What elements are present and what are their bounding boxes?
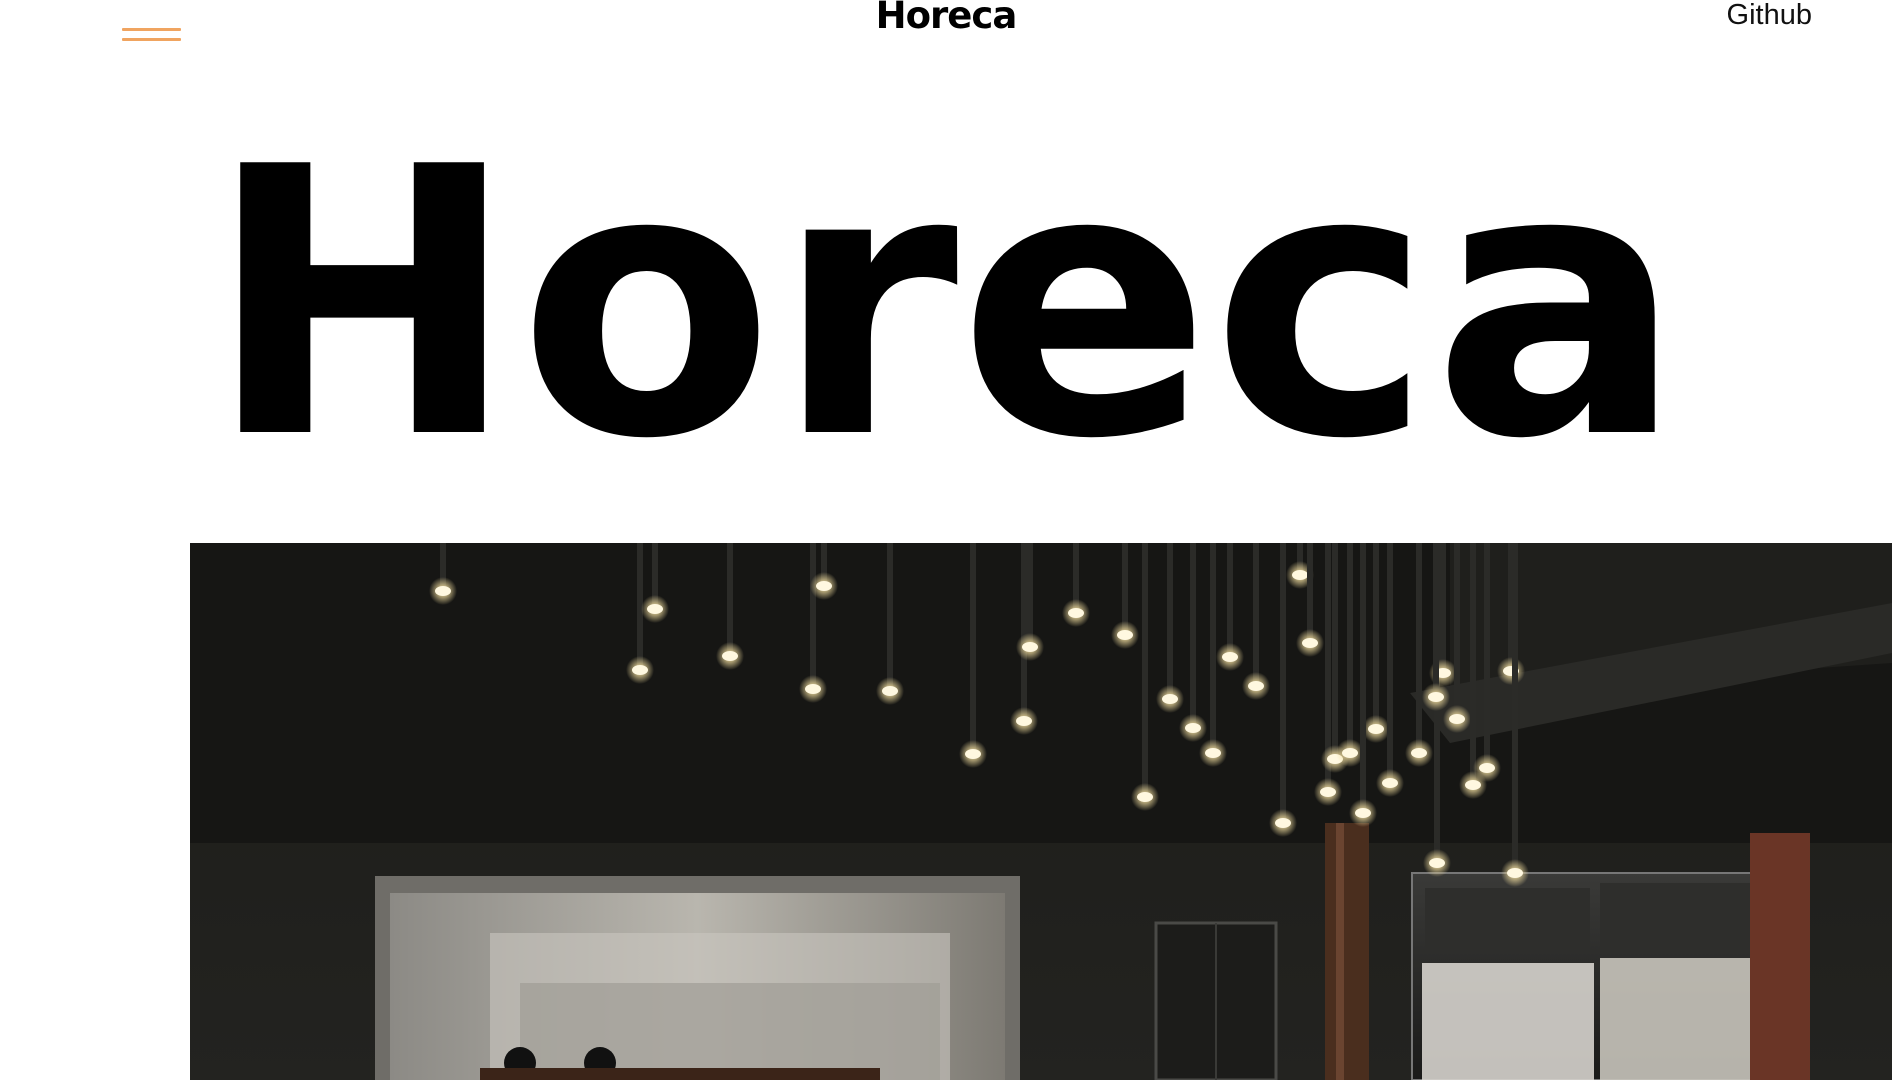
pendant-bulb	[1428, 692, 1444, 702]
restaurant-interior-photo	[190, 543, 1892, 1080]
pendant-rod	[1387, 543, 1393, 783]
pendant-bulb	[722, 651, 738, 661]
github-link[interactable]: Github	[1727, 0, 1812, 32]
pendant-rod	[810, 543, 816, 689]
pendant-rod	[1190, 543, 1196, 728]
menu-button[interactable]	[118, 22, 182, 48]
pendant-rod	[1347, 543, 1353, 753]
pendant-rod	[1027, 543, 1033, 647]
pendant-rod	[1416, 543, 1422, 753]
pendant-rod	[1433, 543, 1439, 697]
pendant-rod	[1512, 543, 1518, 873]
pendant-rod	[1360, 543, 1366, 813]
pendant-rod	[970, 543, 976, 754]
pendant-bulb	[805, 684, 821, 694]
site-logo-wrapper: Horeca	[0, 0, 1892, 34]
pendant-rod	[1470, 543, 1476, 785]
pendant-rod	[1210, 543, 1216, 753]
pendant-bulb	[1368, 724, 1384, 734]
pendant-bulb	[1465, 780, 1481, 790]
pendant-rod	[1332, 543, 1338, 759]
pendant-bulb	[632, 665, 648, 675]
pendant-rod	[1253, 543, 1259, 686]
pendant-bulb	[647, 604, 663, 614]
pendant-bulb	[1117, 630, 1133, 640]
pendant-bulb	[1185, 723, 1201, 733]
site-header: Horeca Github	[0, 0, 1892, 60]
pendant-rod	[1280, 543, 1286, 823]
pendant-bulb	[1016, 716, 1032, 726]
pendant-bulb	[816, 581, 832, 591]
site-logo[interactable]: Horeca	[876, 0, 1018, 37]
pendant-bulb	[1022, 642, 1038, 652]
pendant-bulb	[1411, 748, 1427, 758]
pendant-bulb	[1222, 652, 1238, 662]
pendant-bulb	[1248, 681, 1264, 691]
pendant-rod	[1167, 543, 1173, 699]
pendant-bulb	[1342, 748, 1358, 758]
pendant-bulb	[1355, 808, 1371, 818]
pendant-bulb	[1320, 787, 1336, 797]
pendant-rod	[1227, 543, 1233, 657]
pendant-rod	[1142, 543, 1148, 797]
pendant-bulb	[1137, 792, 1153, 802]
pendant-bulb	[1205, 748, 1221, 758]
pendant-bulb	[1382, 778, 1398, 788]
pendant-bulb	[435, 586, 451, 596]
pendant-bulb	[1292, 570, 1308, 580]
hero-title-text: Horeca	[206, 132, 1684, 457]
pendant-bulb	[1275, 818, 1291, 828]
pendant-rod	[1454, 543, 1460, 719]
pendant-rod	[1373, 543, 1379, 729]
pendant-bulb	[965, 749, 981, 759]
pendant-bulb	[1429, 858, 1445, 868]
pendant-bulb	[1302, 638, 1318, 648]
pendant-bulb	[1479, 763, 1495, 773]
pendant-rod	[1021, 543, 1027, 721]
hero-image	[190, 543, 1892, 1080]
pendant-bulb	[1449, 714, 1465, 724]
pendant-bulb	[1162, 694, 1178, 704]
hero-title: Horeca	[206, 132, 1706, 457]
pendant-rod	[1484, 543, 1490, 768]
pendant-rod	[727, 543, 733, 656]
pendant-rod	[887, 543, 893, 691]
pendant-rod	[1440, 543, 1446, 673]
pendant-rod	[1307, 543, 1313, 643]
pendant-bulb	[1507, 868, 1523, 878]
pendant-bulb	[1068, 608, 1084, 618]
pendant-bulb	[882, 686, 898, 696]
